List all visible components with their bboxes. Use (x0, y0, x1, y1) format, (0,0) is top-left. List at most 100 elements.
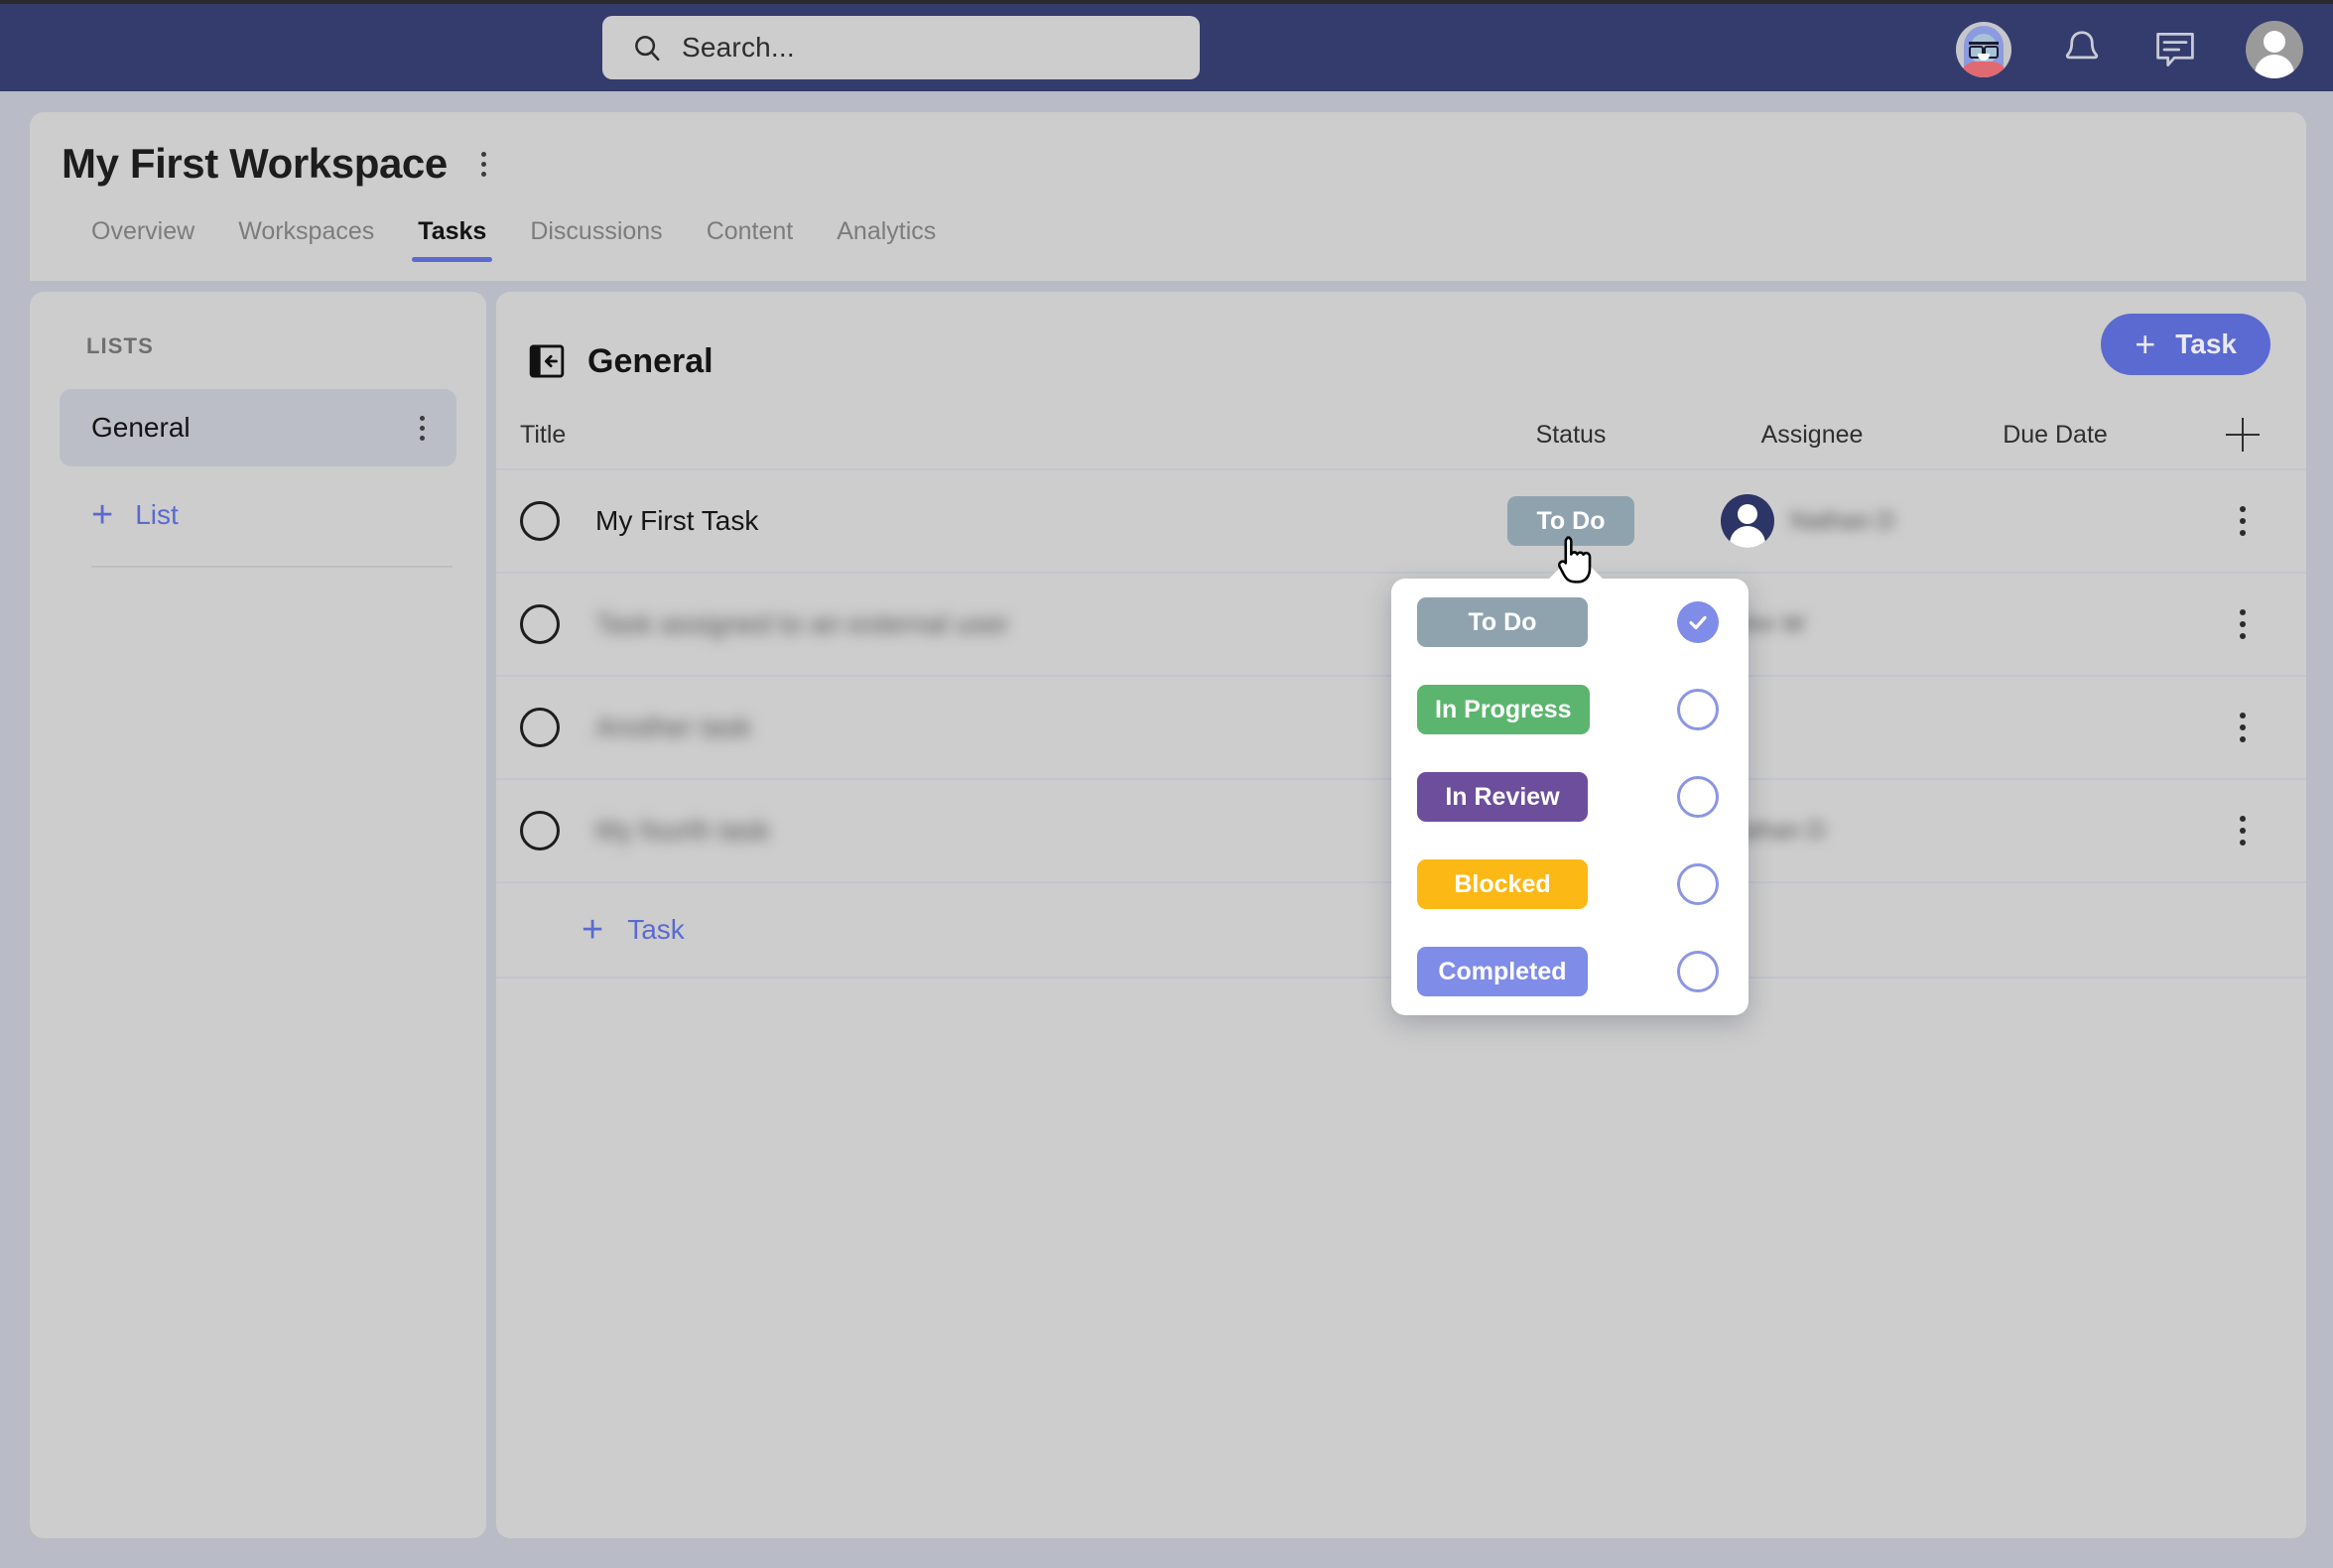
page-title: My First Workspace (62, 140, 448, 188)
status-option-badge: Completed (1417, 947, 1588, 996)
user-avatar-photo[interactable] (1956, 22, 2011, 77)
workspace-header: My First Workspace Overview Workspaces T… (30, 112, 2306, 281)
sidebar-item-label: General (91, 412, 191, 444)
kebab-dot (420, 416, 425, 421)
kebab-dot (420, 426, 425, 431)
avatar-glasses (1969, 42, 1999, 51)
kebab-dot (2240, 713, 2246, 719)
add-list-label: List (135, 499, 179, 531)
task-title: My fourth task (595, 815, 770, 847)
sidebar-item-general[interactable]: General (60, 389, 456, 466)
sidebar-item-kebab-menu-icon[interactable] (414, 410, 431, 447)
add-list-button[interactable]: + List (30, 466, 486, 534)
avatar-head (1738, 504, 1757, 524)
status-option-badge: To Do (1417, 597, 1588, 647)
profile-avatar-body (2255, 55, 2294, 78)
status-option-radio[interactable] (1677, 689, 1719, 730)
task-complete-toggle[interactable] (520, 708, 560, 747)
table-row[interactable]: My First Task To Do Nathan D (496, 470, 2306, 574)
add-task-button[interactable]: + Task (2101, 314, 2270, 375)
kebab-dot (2240, 724, 2246, 730)
kebab-dot (2240, 609, 2246, 615)
status-option-completed[interactable]: Completed (1391, 928, 1749, 1015)
add-task-button-label: Task (2175, 328, 2237, 360)
avatar-shirt (1960, 62, 2008, 77)
lists-section-label: LISTS (30, 292, 486, 359)
collapse-panel-icon[interactable] (528, 341, 566, 381)
tab-content[interactable]: Content (685, 211, 816, 262)
search-input[interactable]: Search... (602, 16, 1200, 79)
tab-discussions[interactable]: Discussions (508, 211, 684, 262)
bell-icon (2060, 27, 2104, 72)
status-option-radio[interactable] (1677, 951, 1719, 992)
kebab-dot (2240, 736, 2246, 742)
column-header-title: Title (520, 421, 566, 450)
column-header-status: Status (1536, 421, 1607, 450)
column-header-due-date: Due Date (2003, 421, 2108, 450)
add-column-icon[interactable] (2226, 418, 2260, 452)
task-title: Task assigned to an external user (595, 608, 1009, 640)
chat-icon (2153, 29, 2197, 70)
workspace-kebab-menu-icon[interactable] (475, 146, 492, 183)
task-complete-toggle[interactable] (520, 501, 560, 541)
kebab-dot (2240, 621, 2246, 627)
column-header-assignee: Assignee (1761, 421, 1864, 450)
task-title: Another task (595, 712, 751, 743)
kebab-dot (2240, 506, 2246, 512)
status-option-radio[interactable] (1677, 776, 1719, 818)
topbar-actions (1956, 4, 2303, 95)
kebab-dot (481, 162, 486, 167)
task-complete-toggle[interactable] (520, 811, 560, 850)
assignee-name: Nathan D (1790, 507, 1895, 536)
list-title: General (587, 342, 713, 381)
row-kebab-menu-icon[interactable] (2240, 506, 2246, 536)
plus-icon: + (582, 911, 603, 949)
kebab-dot (481, 172, 486, 177)
status-option-to-do[interactable]: To Do (1391, 579, 1749, 666)
status-option-radio[interactable] (1677, 863, 1719, 905)
left-rail (0, 91, 30, 1568)
kebab-dot (2240, 518, 2246, 524)
profile-avatar-head (2264, 31, 2285, 53)
kebab-dot (420, 436, 425, 441)
row-kebab-menu-icon[interactable] (2240, 816, 2246, 846)
row-kebab-menu-icon[interactable] (2240, 713, 2246, 742)
task-complete-toggle[interactable] (520, 604, 560, 644)
add-task-inline-label: Task (627, 914, 685, 946)
kebab-dot (2240, 530, 2246, 536)
tab-overview[interactable]: Overview (62, 211, 216, 262)
status-option-in-progress[interactable]: In Progress (1391, 666, 1749, 753)
profile-avatar-icon[interactable] (2246, 21, 2303, 78)
avatar (1721, 494, 1774, 548)
tab-workspaces[interactable]: Workspaces (216, 211, 396, 262)
messages-button[interactable] (2152, 27, 2198, 72)
check-icon (1686, 610, 1710, 634)
tab-analytics[interactable]: Analytics (815, 211, 958, 262)
kebab-dot (2240, 816, 2246, 822)
plus-icon: + (91, 496, 113, 534)
tab-tasks[interactable]: Tasks (396, 211, 508, 262)
kebab-dot (481, 152, 486, 157)
workspace-title-row: My First Workspace (30, 112, 2306, 188)
search-placeholder: Search... (682, 32, 795, 64)
kebab-dot (2240, 633, 2246, 639)
status-option-radio-selected[interactable] (1677, 601, 1719, 643)
status-option-blocked[interactable]: Blocked (1391, 841, 1749, 928)
workspace-tabs: Overview Workspaces Tasks Discussions Co… (30, 211, 2306, 262)
row-kebab-menu-icon[interactable] (2240, 609, 2246, 639)
notifications-button[interactable] (2059, 27, 2105, 72)
kebab-dot (2240, 828, 2246, 834)
task-title: My First Task (595, 505, 758, 537)
plus-icon: + (2135, 327, 2155, 362)
lists-sidebar: LISTS General + List (30, 292, 486, 1538)
status-dropdown: To Do In Progress In Review Blocked Comp… (1391, 579, 1749, 1015)
sidebar-divider (91, 566, 453, 568)
status-option-badge: In Progress (1417, 685, 1590, 734)
search-icon (632, 33, 662, 63)
status-option-in-review[interactable]: In Review (1391, 753, 1749, 841)
mouse-cursor-pointer-icon (1554, 534, 1596, 586)
status-option-badge: In Review (1417, 772, 1588, 822)
avatar-body (1730, 526, 1765, 548)
top-bar: Search... (0, 0, 2333, 91)
table-header-row: Title Status Assignee Due Date (496, 401, 2306, 470)
